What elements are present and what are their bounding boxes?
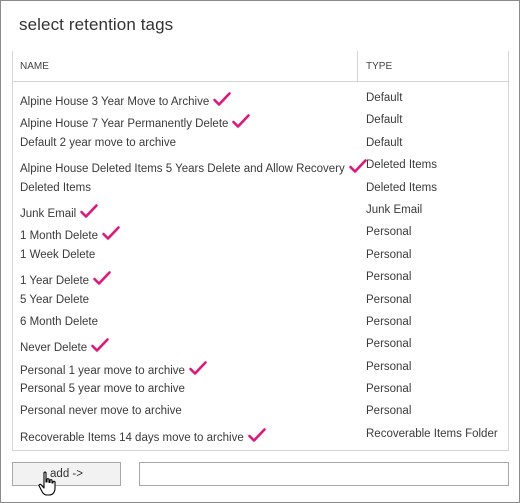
tag-name: Junk Email <box>20 207 77 220</box>
column-header-type[interactable]: TYPE <box>366 61 392 72</box>
table-row[interactable]: 5 Year Delete Personal <box>13 288 508 310</box>
row-name-cell: Junk Email <box>20 204 99 220</box>
tag-type: Personal <box>366 405 412 418</box>
row-name-cell: 5 Year Delete <box>20 294 89 306</box>
row-name-cell: Personal 1 year move to archive <box>20 360 207 377</box>
checkmark-icon <box>102 226 120 241</box>
table-row[interactable]: Junk Email Junk Email <box>13 198 508 220</box>
row-name-cell: 6 Month Delete <box>20 316 98 328</box>
table-row[interactable]: Alpine House Deleted Items 5 Years Delet… <box>13 153 508 175</box>
checkmark-icon <box>80 204 99 218</box>
row-name-cell: Personal 5 year move to archive <box>20 383 185 395</box>
tag-name: 1 Year Delete <box>20 275 90 288</box>
row-name-cell: Deleted Items <box>20 182 91 194</box>
add-button[interactable]: add -> <box>12 462 121 486</box>
checkmark-icon <box>232 114 251 129</box>
tag-type: Deleted Items <box>366 159 437 172</box>
row-name-cell: 1 Month Delete <box>20 226 120 242</box>
tag-type: Personal <box>366 360 412 373</box>
table-row[interactable]: Personal never move to archive Personal <box>13 399 508 421</box>
table-row[interactable]: 1 Month Delete Personal <box>13 220 508 242</box>
tag-type: Recoverable Items Folder <box>366 427 498 440</box>
column-divider <box>357 51 358 81</box>
tag-name: Personal 1 year move to archive <box>20 364 185 377</box>
tag-name: Alpine House Deleted Items 5 Years Delet… <box>20 163 345 176</box>
tag-name: 1 Month Delete <box>20 230 98 243</box>
table-row[interactable]: Recoverable Items 14 days move to archiv… <box>13 422 508 444</box>
tag-name: Recoverable Items 14 days move to archiv… <box>20 431 244 444</box>
checkmark-icon <box>93 271 111 285</box>
table-row[interactable]: Personal 1 year move to archive Personal <box>13 355 508 377</box>
tag-name: Personal never move to archive <box>20 405 182 418</box>
tag-type: Default <box>366 114 403 127</box>
table-row[interactable]: 1 Year Delete Personal <box>13 265 508 287</box>
checkmark-icon <box>189 360 207 375</box>
table-row[interactable]: Default 2 year move to archive Default <box>13 131 508 153</box>
tag-name: 1 Week Delete <box>20 248 96 261</box>
tag-type: Personal <box>366 315 412 328</box>
tag-type: Personal <box>366 248 412 261</box>
row-name-cell: Personal never move to archive <box>20 405 182 417</box>
row-name-cell: Never Delete <box>20 338 109 354</box>
tag-type: Personal <box>366 383 412 396</box>
checkmark-icon <box>348 159 367 173</box>
row-name-cell: 1 Week Delete <box>20 249 95 261</box>
tag-type: Deleted Items <box>366 181 437 194</box>
tag-type: Default <box>366 136 403 149</box>
tag-type: Junk Email <box>366 203 423 216</box>
tag-name: Personal 5 year move to archive <box>20 383 185 396</box>
tag-name: Never Delete <box>20 342 88 355</box>
row-name-cell: Default 2 year move to archive <box>20 137 176 149</box>
tag-type: Personal <box>366 293 412 306</box>
tag-name: Deleted Items <box>20 181 91 194</box>
table-row[interactable]: Deleted Items Deleted Items <box>13 176 508 198</box>
table-row[interactable]: Alpine House 3 Year Move to Archive Defau… <box>13 86 508 108</box>
tag-name: 5 Year Delete <box>20 293 90 306</box>
table-row[interactable]: 6 Month Delete Personal <box>13 310 508 332</box>
selected-tags-field[interactable] <box>139 462 509 486</box>
table-row[interactable]: 1 Week Delete Personal <box>13 243 508 265</box>
tag-type: Personal <box>366 338 412 351</box>
row-name-cell: 1 Year Delete <box>20 271 111 287</box>
column-header-name[interactable]: NAME <box>20 61 49 72</box>
tag-type: Personal <box>366 226 412 239</box>
checkmark-icon <box>91 338 109 353</box>
retention-tags-table: NAME TYPE Alpine House 3 Year Move to Ar… <box>12 51 509 451</box>
table-header: NAME TYPE <box>13 51 508 82</box>
tag-name: Default 2 year move to archive <box>20 136 176 149</box>
tag-name: Alpine House 3 Year Move to Archive <box>20 96 210 108</box>
row-name-cell: Alpine House 3 Year Move to Archive <box>20 92 232 108</box>
row-name-cell: Alpine House Deleted Items 5 Years Delet… <box>20 159 367 175</box>
select-retention-tags-dialog: select retention tags NAME TYPE Alpine H… <box>0 0 520 503</box>
tag-type: Default <box>366 92 403 104</box>
table-row[interactable]: Personal 5 year move to archive Personal <box>13 377 508 399</box>
tag-name: Alpine House 7 Year Permanently Delete <box>20 118 229 131</box>
tag-name: 6 Month Delete <box>20 315 98 328</box>
tag-type: Personal <box>366 271 412 284</box>
checkmark-icon <box>213 92 232 106</box>
table-row[interactable]: Never Delete Personal <box>13 332 508 354</box>
row-name-cell: Alpine House 7 Year Permanently Delete <box>20 114 251 131</box>
hand-cursor-icon <box>38 471 56 496</box>
dialog-title: select retention tags <box>19 15 174 34</box>
checkmark-icon <box>247 428 266 442</box>
row-name-cell: Recoverable Items 14 days move to archiv… <box>20 428 266 444</box>
table-row[interactable]: Alpine House 7 Year Permanently Delete De… <box>13 108 508 130</box>
table-body: Alpine House 3 Year Move to Archive Defau… <box>13 82 508 444</box>
